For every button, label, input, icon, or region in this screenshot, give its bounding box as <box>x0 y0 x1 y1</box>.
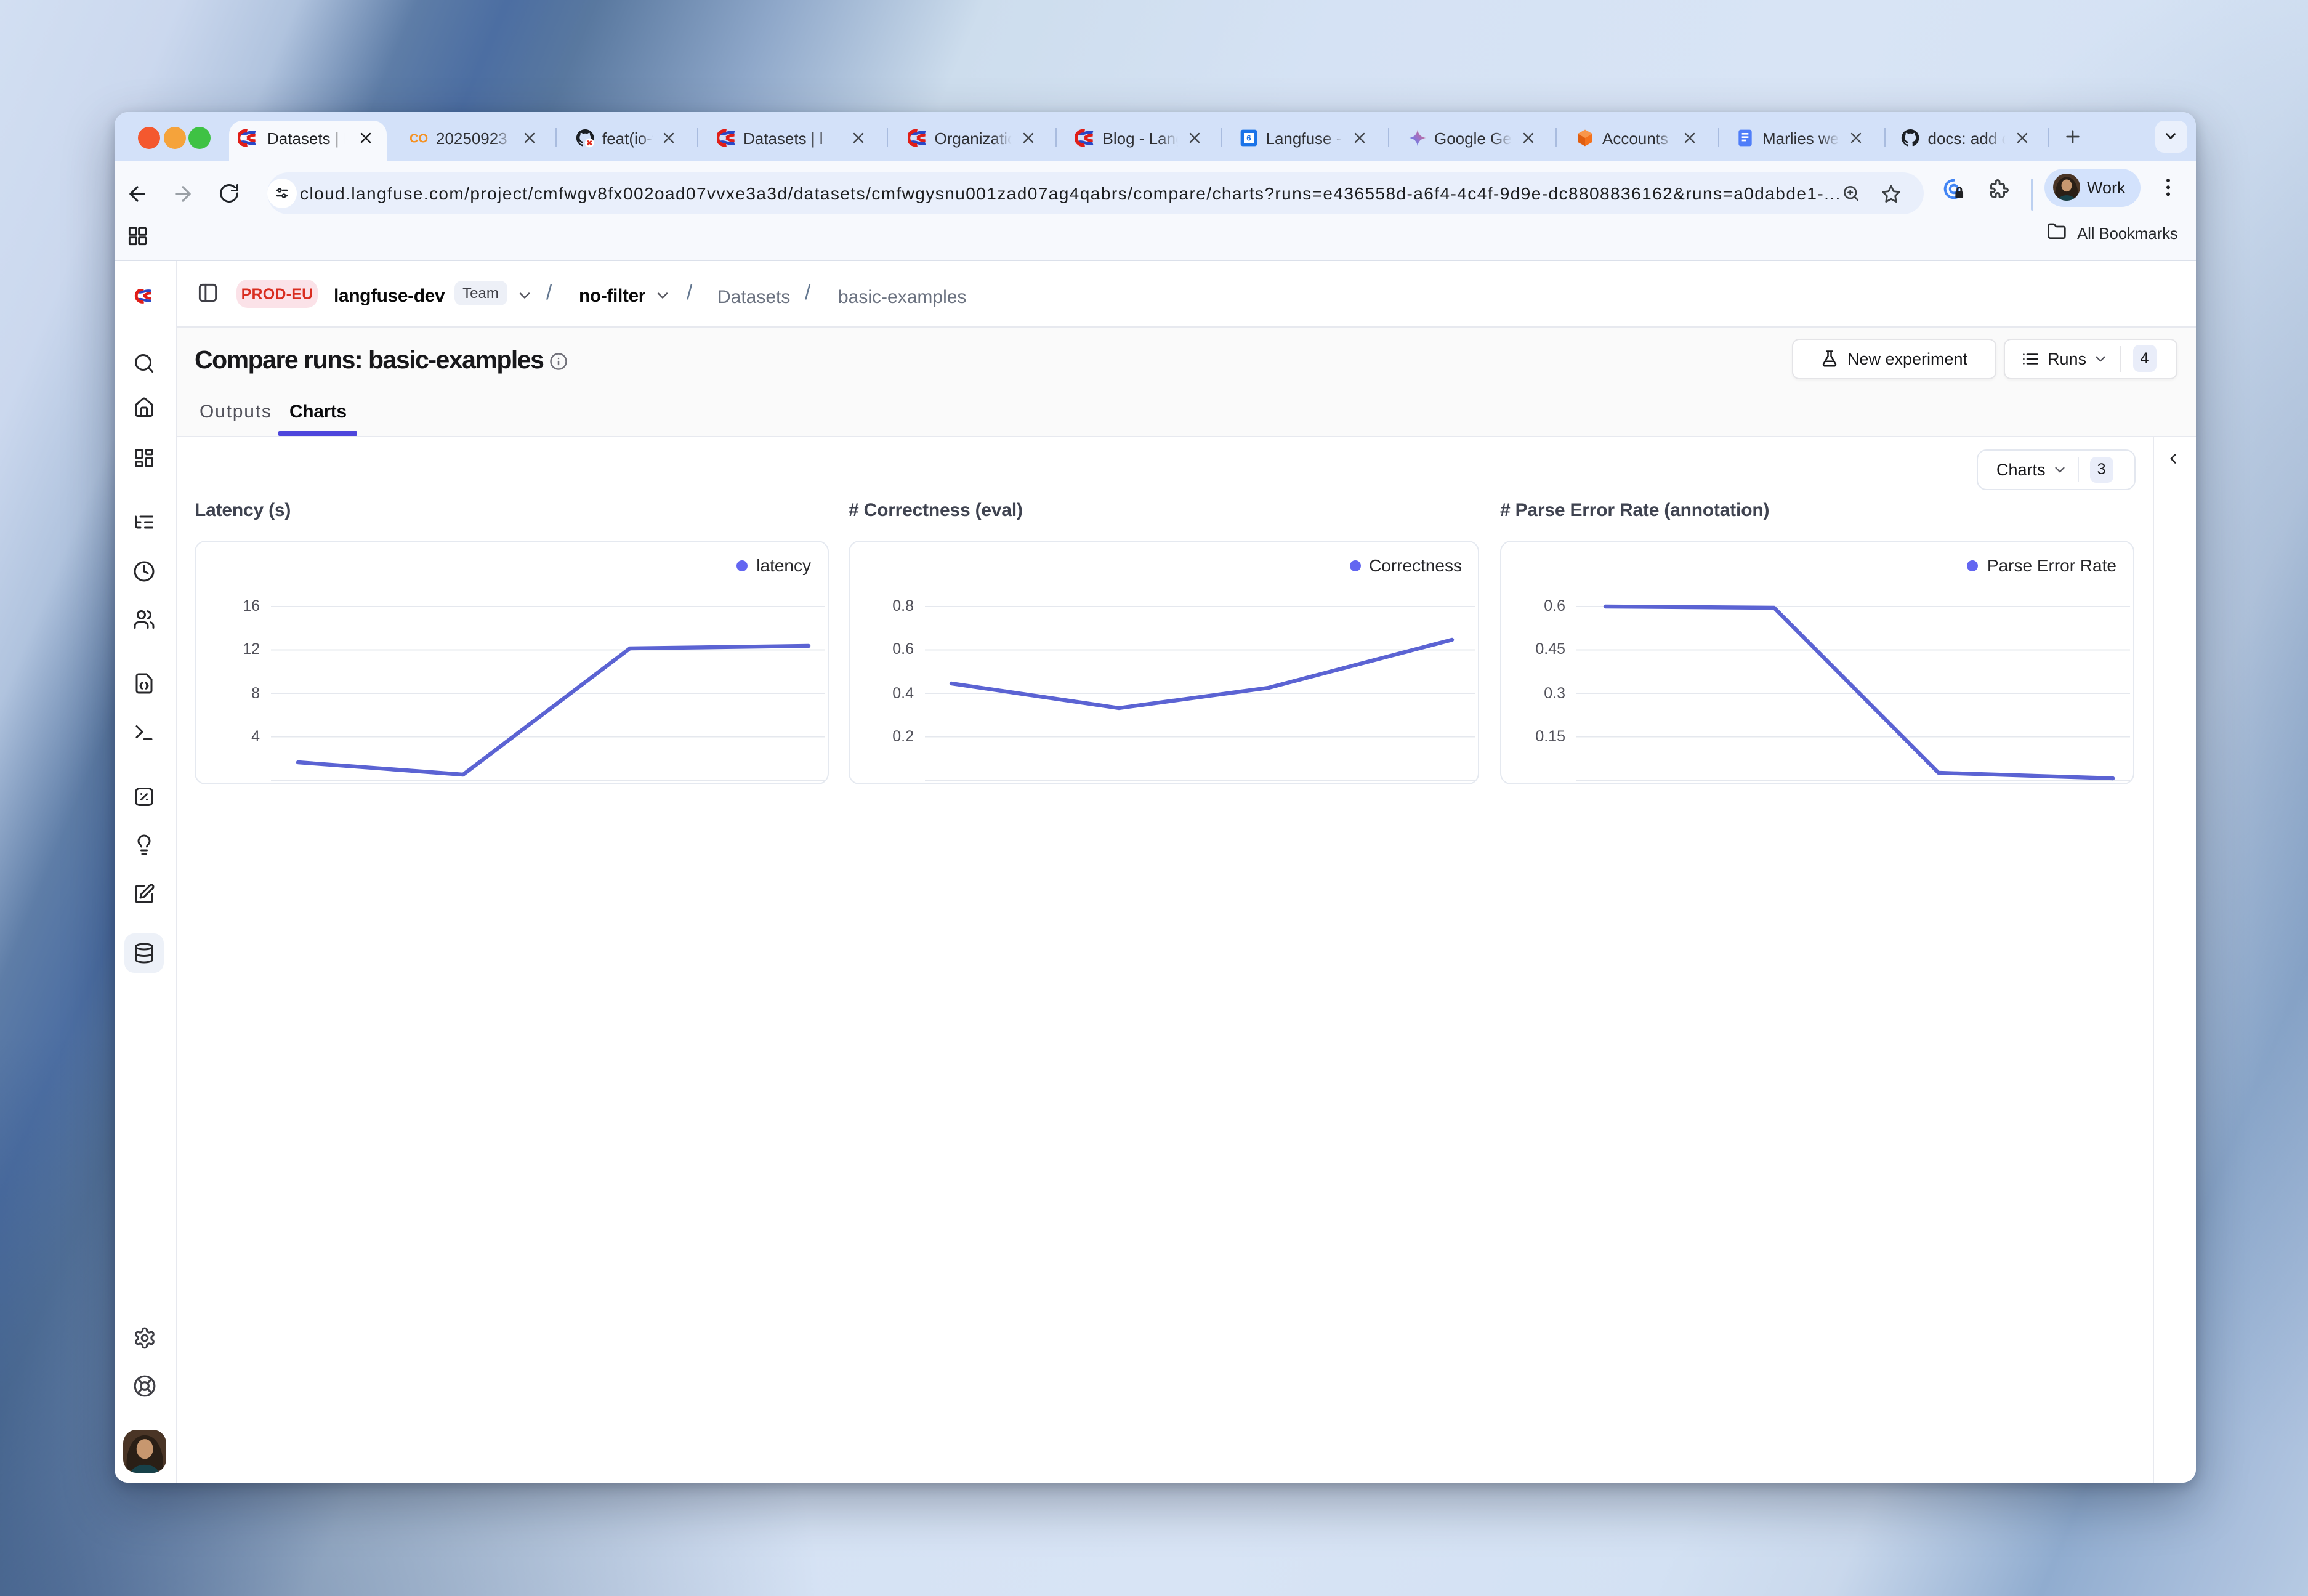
svg-text:CO: CO <box>410 131 428 145</box>
svg-text:6: 6 <box>1246 133 1251 142</box>
